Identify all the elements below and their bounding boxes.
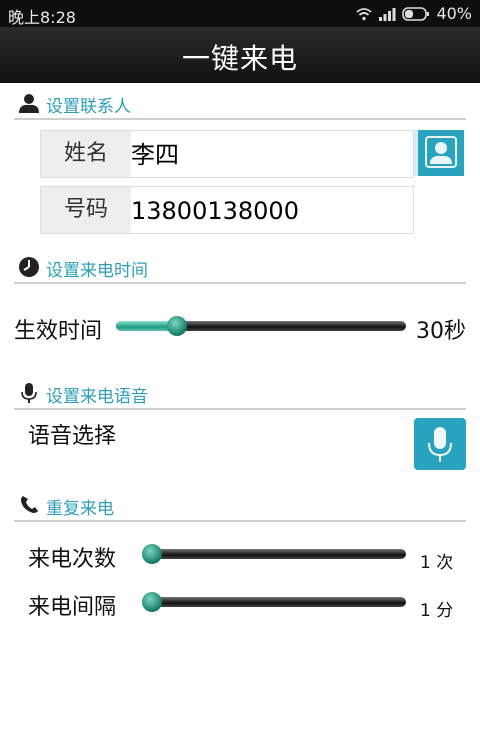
voice-select-label: 语音选择: [28, 424, 117, 449]
call-count-label: 来电次数: [28, 547, 117, 572]
wifi-icon: [356, 7, 373, 20]
phone-icon: [21, 496, 38, 513]
status-icons: 40%: [356, 4, 472, 23]
call-interval-label: 来电间隔: [28, 595, 117, 620]
section-time-header: 设置来电时间: [14, 252, 466, 284]
page-title: 一键来电: [181, 42, 298, 75]
microphone-icon: [21, 383, 37, 403]
effective-time-value: 30秒: [416, 319, 466, 344]
battery-percent: 40%: [436, 4, 472, 23]
voice-select-button[interactable]: [414, 418, 466, 470]
effective-time-slider[interactable]: [116, 316, 406, 336]
effective-time-label: 生效时间: [14, 319, 103, 344]
signal-icon: [379, 7, 396, 21]
pick-contact-button[interactable]: [414, 130, 464, 176]
status-time: 晚上8:28: [8, 8, 76, 27]
contact-card-icon: [425, 136, 457, 168]
section-time-title: 设置来电时间: [46, 261, 148, 281]
slider-thumb[interactable]: [142, 592, 162, 612]
call-count-slider[interactable]: [142, 544, 406, 564]
section-repeat-title: 重复来电: [46, 499, 114, 519]
section-contact-title: 设置联系人: [46, 97, 131, 117]
name-label: 姓名: [41, 131, 131, 177]
status-bar: 晚上8:28 40%: [0, 0, 480, 27]
call-interval-value: 1 分: [420, 601, 454, 621]
person-icon: [19, 94, 39, 113]
clock-icon: [19, 257, 39, 277]
call-count-value: 1 次: [420, 553, 454, 573]
title-bar: 一键来电: [0, 27, 480, 83]
phone-label: 号码: [41, 187, 131, 233]
call-interval-slider[interactable]: [142, 592, 406, 612]
section-repeat-header: 重复来电: [14, 490, 466, 522]
phone-input[interactable]: [131, 187, 413, 235]
microphone-icon: [428, 427, 452, 462]
section-voice-title: 设置来电语音: [46, 387, 148, 407]
slider-thumb[interactable]: [167, 316, 187, 336]
section-contact-header: 设置联系人: [14, 88, 466, 120]
slider-thumb[interactable]: [142, 544, 162, 564]
battery-icon: [402, 6, 430, 21]
phone-field[interactable]: 号码: [40, 186, 414, 235]
name-input[interactable]: [131, 131, 413, 179]
name-field[interactable]: 姓名: [40, 130, 414, 179]
section-voice-header: 设置来电语音: [14, 378, 466, 410]
